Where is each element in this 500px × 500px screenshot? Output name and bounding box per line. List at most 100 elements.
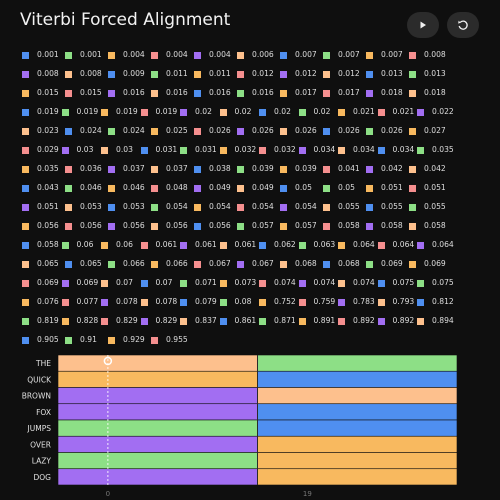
legend-item: 0.034 — [298, 144, 335, 156]
legend-label: 0.037 — [166, 164, 188, 173]
legend-swatch — [298, 146, 306, 154]
legend-swatch — [22, 298, 29, 306]
legend-item: 0.065 — [65, 258, 102, 270]
legend-swatch — [409, 89, 416, 97]
legend-label: 0.017 — [295, 88, 317, 97]
row-label: FOX — [36, 408, 51, 417]
legend-swatch — [61, 298, 69, 306]
legend-swatch — [151, 51, 158, 59]
legend-swatch — [237, 222, 244, 230]
legend-label: 0.061 — [234, 240, 257, 249]
legend-swatch — [219, 298, 227, 306]
legend-item: 0.011 — [151, 68, 188, 80]
legend-label: 0.056 — [166, 221, 188, 230]
legend-item: 0.049 — [237, 182, 274, 194]
legend-item: 0.066 — [151, 258, 188, 270]
legend-item: 0.03 — [101, 144, 133, 156]
legend-swatch — [140, 317, 148, 325]
legend-label: 0.016 — [123, 88, 145, 97]
legend-swatch — [377, 146, 385, 154]
legend-swatch — [280, 184, 287, 192]
legend-label: 0.055 — [381, 202, 403, 211]
legend-swatch — [101, 108, 108, 116]
row-label: BROWN — [22, 392, 51, 401]
legend-label: 0.024 — [123, 126, 145, 135]
legend-item: 0.069 — [22, 277, 59, 289]
legend-label: 0.032 — [234, 145, 257, 154]
legend-label: 0.008 — [80, 69, 102, 78]
legend-swatch — [409, 165, 416, 173]
legend-label: 0.013 — [424, 69, 446, 78]
legend-swatch — [108, 127, 115, 135]
legend-swatch — [65, 70, 72, 78]
legend-label: 0.074 — [313, 278, 336, 287]
legend-swatch — [22, 184, 29, 192]
legend-item: 0.068 — [280, 258, 317, 270]
legend-label: 0.055 — [338, 202, 360, 211]
legend-item: 0.056 — [194, 220, 231, 232]
legend-item: 0.075 — [377, 277, 414, 289]
legend-item: 0.026 — [237, 125, 274, 137]
legend-swatch — [101, 241, 108, 249]
legend-label: 0.023 — [37, 126, 59, 135]
legend-item: 0.019 — [61, 106, 98, 118]
legend-swatch — [194, 165, 201, 173]
legend-label: 0.035 — [432, 145, 454, 154]
legend-swatch — [108, 222, 115, 230]
legend-item: 0.007 — [366, 49, 403, 61]
legend-swatch — [237, 70, 244, 78]
legend-label: 0.06 — [116, 240, 133, 249]
legend-label: 0.871 — [274, 316, 296, 325]
legend-label: 0.057 — [295, 221, 317, 230]
legend-swatch — [108, 184, 115, 192]
legend-label: 0.793 — [392, 297, 415, 306]
legend-swatch — [180, 241, 187, 249]
legend-label: 0.015 — [37, 88, 59, 97]
legend-item: 0.019 — [101, 106, 138, 118]
legend-swatch — [409, 260, 416, 268]
legend-label: 0.026 — [338, 126, 360, 135]
legend-label: 0.058 — [37, 240, 59, 249]
heatmap-cell — [257, 370, 458, 388]
legend-swatch — [180, 146, 187, 154]
legend-label: 0.058 — [381, 221, 403, 230]
legend-swatch — [22, 70, 29, 78]
legend-item: 0.056 — [151, 220, 188, 232]
legend-swatch — [194, 184, 201, 192]
legend-label: 0.067 — [252, 259, 274, 268]
legend-item: 0.026 — [194, 125, 231, 137]
legend-label: 0.046 — [80, 183, 102, 192]
legend-swatch — [417, 317, 424, 325]
legend-item: 0.049 — [194, 182, 231, 194]
legend-item: 0.017 — [280, 87, 317, 99]
legend-label: 0.008 — [37, 69, 59, 78]
legend-item: 0.001 — [65, 49, 102, 61]
legend-item: 0.861 — [219, 315, 256, 327]
legend-item: 0.032 — [219, 144, 257, 156]
legend-label: 0.02 — [234, 107, 252, 116]
legend-label: 0.066 — [166, 259, 188, 268]
legend-label: 0.046 — [123, 183, 145, 192]
legend-label: 0.019 — [37, 107, 59, 116]
legend-item: 0.057 — [237, 220, 274, 232]
legend-item: 0.009 — [108, 68, 145, 80]
legend-item: 0.05 — [323, 182, 355, 194]
legend-item: 0.024 — [65, 125, 102, 137]
legend-label: 0.029 — [37, 145, 59, 154]
legend-item: 0.053 — [65, 201, 102, 213]
legend-swatch — [237, 89, 244, 97]
legend-item: 0.051 — [409, 182, 446, 194]
legend-item: 0.048 — [151, 182, 188, 194]
legend-item: 0.021 — [338, 106, 375, 118]
legend-label: 0.074 — [353, 278, 375, 287]
legend-swatch — [280, 222, 287, 230]
legend-item: 0.06 — [61, 239, 93, 251]
legend-swatch — [65, 222, 72, 230]
legend-item: 0.004 — [151, 49, 188, 61]
legend-item: 0.026 — [323, 125, 360, 137]
legend-swatch — [151, 222, 158, 230]
legend-item: 0.046 — [108, 182, 145, 194]
legend-swatch — [259, 241, 266, 249]
legend-label: 0.041 — [338, 164, 360, 173]
legend-label: 0.02 — [274, 107, 291, 116]
